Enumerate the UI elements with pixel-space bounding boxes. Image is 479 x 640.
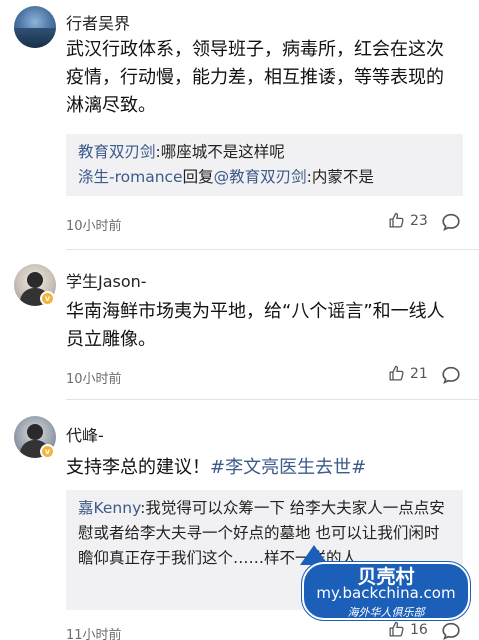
verified-badge-icon: v [40,291,55,306]
reply-text: :内蒙不是 [306,168,374,186]
like-count: 21 [410,365,428,382]
thumbs-up-icon [389,212,404,228]
reply-line: 涤生-romance回复@教育双刃剑:内蒙不是 [78,165,451,190]
like-count: 16 [410,621,428,638]
reply-target[interactable]: @教育双刃剑 [214,168,307,186]
person-head-icon [27,272,43,288]
comment-2: v 学生Jason- 华南海鲜市场夷为平地，给“八个谣言”和一线人员立雕像。 1… [0,250,479,400]
reply-author[interactable]: 嘉Kenny [78,499,140,517]
reply-thread[interactable]: 教育双刃剑:哪座城不是这样呢 涤生-romance回复@教育双刃剑:内蒙不是 [66,134,463,196]
landscape-avatar-icon [14,28,56,48]
thumbs-up-icon [389,365,404,381]
reply-author[interactable]: 教育双刃剑 [78,143,156,161]
verified-badge-icon: v [40,444,55,459]
comment-body: 武汉行政体系，领导班子，病毒所，红会在这次疫情，行动慢，能力差，相互推诿，等等表… [66,39,444,116]
reply-author[interactable]: 涤生-romance [78,168,183,186]
username[interactable]: 行者吴界 [66,10,130,34]
reply-line: 教育双刃剑:哪座城不是这样呢 [78,140,451,165]
thumbs-up-icon [389,621,404,637]
timestamp: 10小时前 [66,372,122,387]
like-button[interactable]: 21 [388,365,428,382]
comment-1: 行者吴界 武汉行政体系，领导班子，病毒所，红会在这次疫情，行动慢，能力差，相互推… [0,0,479,250]
like-button[interactable]: 23 [388,212,428,229]
username[interactable]: 学生Jason- [66,268,147,292]
comment-icon[interactable] [440,211,462,233]
username[interactable]: 代峰- [66,422,104,446]
reply-text: :哪座城不是这样呢 [155,143,285,161]
hashtag-link[interactable]: #李文亮医生去世# [210,457,366,478]
watermark-url: my.backchina.com [316,584,456,602]
person-head-icon [27,424,43,440]
comment-icon[interactable] [440,620,462,640]
comment-body: 华南海鲜市场夷为平地，给“八个谣言”和一线人员立雕像。 [66,301,445,350]
watermark-subtitle: 海外华人俱乐部 [347,606,425,619]
reply-mid: 回复 [182,168,214,186]
comment-text: 支持李总的建议！ [66,457,210,478]
timestamp: 11小时前 [66,628,122,640]
timestamp: 10小时前 [66,219,122,234]
user-avatar[interactable] [14,6,56,48]
like-count: 23 [410,212,428,229]
watermark-logo: 贝壳村 my.backchina.com 海外华人俱乐部 [302,562,470,620]
like-button[interactable]: 16 [388,621,428,638]
comment-icon[interactable] [440,364,462,386]
comment-body: 支持李总的建议！#李文亮医生去世# [66,454,455,482]
